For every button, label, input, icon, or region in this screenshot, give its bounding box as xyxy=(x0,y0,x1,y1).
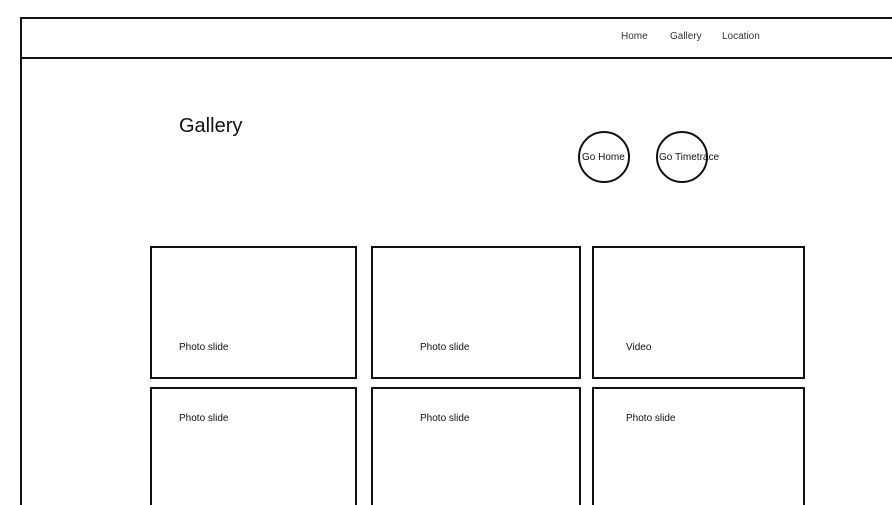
gallery-page: Home Gallery Location Gallery Go Home Go… xyxy=(0,0,892,505)
gallery-tile-photo-slide-1[interactable]: Photo slide xyxy=(150,246,357,379)
tile-label: Photo slide xyxy=(626,413,676,424)
nav-link-home[interactable]: Home xyxy=(621,31,648,42)
tile-label: Photo slide xyxy=(420,413,470,424)
gallery-tile-photo-slide-3[interactable]: Photo slide xyxy=(150,387,357,505)
go-timetrace-button[interactable] xyxy=(656,131,708,183)
gallery-tile-video[interactable]: Video xyxy=(592,246,805,379)
nav-link-gallery[interactable]: Gallery xyxy=(670,31,702,42)
nav-link-location[interactable]: Location xyxy=(722,31,760,42)
nav-links: Home Gallery Location xyxy=(20,17,892,59)
tile-label: Photo slide xyxy=(420,342,470,353)
tile-label: Photo slide xyxy=(179,342,229,353)
gallery-tile-photo-slide-5[interactable]: Photo slide xyxy=(592,387,805,505)
gallery-tile-photo-slide-2[interactable]: Photo slide xyxy=(371,246,581,379)
top-navbar: Home Gallery Location xyxy=(20,17,892,59)
tile-label: Video xyxy=(626,342,652,353)
page-title: Gallery xyxy=(179,115,243,137)
go-home-button[interactable] xyxy=(578,131,630,183)
gallery-tile-photo-slide-4[interactable]: Photo slide xyxy=(371,387,581,505)
tile-label: Photo slide xyxy=(179,413,229,424)
